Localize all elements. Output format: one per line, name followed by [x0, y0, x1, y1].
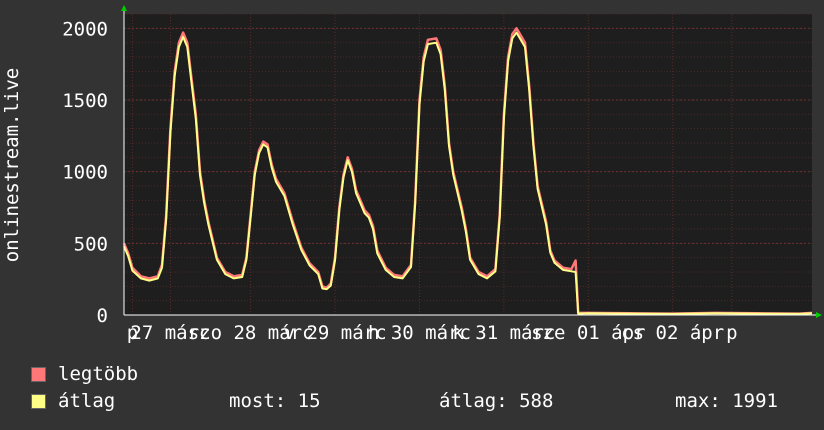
y-tick-label: 500 — [74, 233, 108, 255]
y-axis-label: onlinestream.live — [1, 68, 23, 262]
y-tick-label: 1000 — [62, 162, 108, 184]
x-tick-label: cs 02 ápr — [621, 322, 724, 344]
plot-area — [124, 14, 812, 315]
y-tick-label: 1500 — [62, 90, 108, 112]
legend-swatch-avg — [31, 394, 46, 409]
y-tick-labels: 0 500 1000 1500 2000 — [62, 18, 108, 327]
legend-label-max: legtöbb — [58, 363, 139, 385]
stat-average: átlag: 588 — [439, 390, 554, 412]
x-axis-arrow-icon — [816, 312, 822, 318]
y-axis-arrow-icon — [121, 5, 127, 11]
stat-now: most: 15 — [229, 390, 321, 412]
legend-item-max: legtöbb — [31, 362, 138, 386]
x-tick-labels: p27 márcszo 28 márcv 29 márch 30 márck 3… — [127, 322, 738, 344]
stat-max: max: 1991 — [675, 390, 778, 412]
x-tick-label: p — [726, 322, 737, 344]
legend-item-avg: átlag — [31, 389, 115, 413]
legend-swatch-max — [31, 367, 46, 382]
legend-label-avg: átlag — [58, 390, 116, 412]
y-tick-label: 0 — [97, 305, 108, 327]
y-tick-label: 2000 — [62, 18, 108, 40]
